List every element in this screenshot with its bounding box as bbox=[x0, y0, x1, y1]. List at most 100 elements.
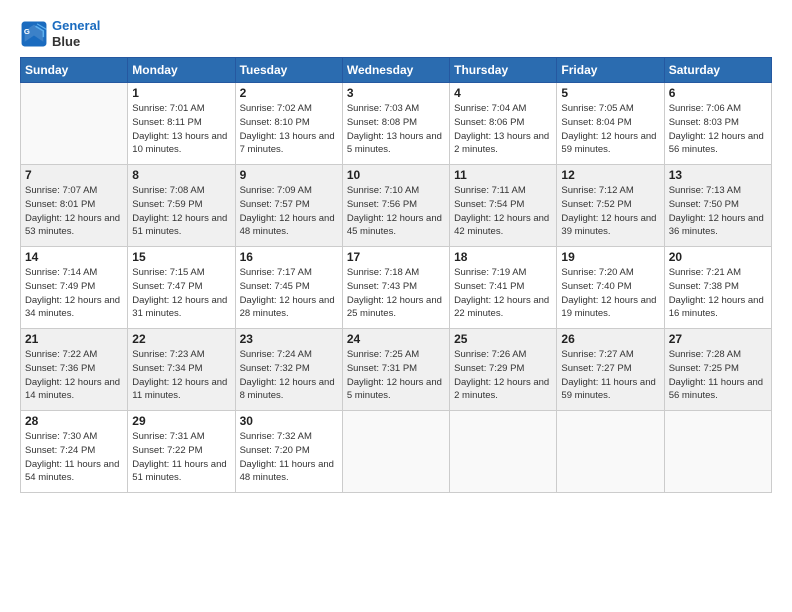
week-row-1: 1 Sunrise: 7:01 AMSunset: 8:11 PMDaylight… bbox=[21, 83, 772, 165]
week-row-2: 7Sunrise: 7:07 AMSunset: 8:01 PMDaylight… bbox=[21, 165, 772, 247]
day-info: Sunrise: 7:17 AMSunset: 7:45 PMDaylight:… bbox=[240, 266, 338, 321]
day-number: 15 bbox=[132, 250, 230, 264]
day-number: 1 bbox=[132, 86, 230, 100]
day-cell: 12 Sunrise: 7:12 AMSunset: 7:52 PMDayligh… bbox=[557, 165, 664, 247]
day-cell: 25 Sunrise: 7:26 AMSunset: 7:29 PMDayligh… bbox=[450, 329, 557, 411]
day-info: Sunrise: 7:08 AMSunset: 7:59 PMDaylight:… bbox=[132, 184, 230, 239]
day-cell: 28 Sunrise: 7:30 AMSunset: 7:24 PMDayligh… bbox=[21, 411, 128, 493]
day-number: 28 bbox=[25, 414, 123, 428]
day-info: Sunrise: 7:05 AMSunset: 8:04 PMDaylight:… bbox=[561, 102, 659, 157]
day-number: 7 bbox=[25, 168, 123, 182]
day-cell: 15 Sunrise: 7:15 AMSunset: 7:47 PMDayligh… bbox=[128, 247, 235, 329]
day-cell: 13 Sunrise: 7:13 AMSunset: 7:50 PMDayligh… bbox=[664, 165, 771, 247]
day-number: 30 bbox=[240, 414, 338, 428]
day-info: Sunrise: 7:20 AMSunset: 7:40 PMDaylight:… bbox=[561, 266, 659, 321]
page: G General Blue SundayMondayTuesdayWednes… bbox=[0, 0, 792, 612]
day-number: 23 bbox=[240, 332, 338, 346]
day-cell: 23 Sunrise: 7:24 AMSunset: 7:32 PMDayligh… bbox=[235, 329, 342, 411]
day-number: 4 bbox=[454, 86, 552, 100]
day-number: 12 bbox=[561, 168, 659, 182]
day-info: Sunrise: 7:21 AMSunset: 7:38 PMDaylight:… bbox=[669, 266, 767, 321]
day-info: Sunrise: 7:11 AMSunset: 7:54 PMDaylight:… bbox=[454, 184, 552, 239]
day-cell: 22 Sunrise: 7:23 AMSunset: 7:34 PMDayligh… bbox=[128, 329, 235, 411]
day-info: Sunrise: 7:18 AMSunset: 7:43 PMDaylight:… bbox=[347, 266, 445, 321]
day-cell: 4 Sunrise: 7:04 AMSunset: 8:06 PMDaylight… bbox=[450, 83, 557, 165]
day-number: 8 bbox=[132, 168, 230, 182]
day-cell: 9 Sunrise: 7:09 AMSunset: 7:57 PMDaylight… bbox=[235, 165, 342, 247]
day-info: Sunrise: 7:04 AMSunset: 8:06 PMDaylight:… bbox=[454, 102, 552, 157]
day-cell: 30 Sunrise: 7:32 AMSunset: 7:20 PMDayligh… bbox=[235, 411, 342, 493]
day-cell: 27 Sunrise: 7:28 AMSunset: 7:25 PMDayligh… bbox=[664, 329, 771, 411]
day-cell: 19 Sunrise: 7:20 AMSunset: 7:40 PMDayligh… bbox=[557, 247, 664, 329]
day-info: Sunrise: 7:02 AMSunset: 8:10 PMDaylight:… bbox=[240, 102, 338, 157]
day-info: Sunrise: 7:15 AMSunset: 7:47 PMDaylight:… bbox=[132, 266, 230, 321]
day-number: 17 bbox=[347, 250, 445, 264]
weekday-thursday: Thursday bbox=[450, 58, 557, 83]
day-cell: 18Sunrise: 7:19 AMSunset: 7:41 PMDayligh… bbox=[450, 247, 557, 329]
day-cell: 8 Sunrise: 7:08 AMSunset: 7:59 PMDaylight… bbox=[128, 165, 235, 247]
day-cell: 3 Sunrise: 7:03 AMSunset: 8:08 PMDaylight… bbox=[342, 83, 449, 165]
day-cell: 10 Sunrise: 7:10 AMSunset: 7:56 PMDayligh… bbox=[342, 165, 449, 247]
day-info: Sunrise: 7:30 AMSunset: 7:24 PMDaylight:… bbox=[25, 430, 123, 485]
week-row-3: 14Sunrise: 7:14 AMSunset: 7:49 PMDayligh… bbox=[21, 247, 772, 329]
day-number: 2 bbox=[240, 86, 338, 100]
day-number: 22 bbox=[132, 332, 230, 346]
day-number: 24 bbox=[347, 332, 445, 346]
day-cell: 5 Sunrise: 7:05 AMSunset: 8:04 PMDaylight… bbox=[557, 83, 664, 165]
logo-icon: G bbox=[20, 20, 48, 48]
day-number: 29 bbox=[132, 414, 230, 428]
day-cell: 16Sunrise: 7:17 AMSunset: 7:45 PMDayligh… bbox=[235, 247, 342, 329]
day-cell: 7Sunrise: 7:07 AMSunset: 8:01 PMDaylight… bbox=[21, 165, 128, 247]
day-cell: 29Sunrise: 7:31 AMSunset: 7:22 PMDayligh… bbox=[128, 411, 235, 493]
day-cell: 21Sunrise: 7:22 AMSunset: 7:36 PMDayligh… bbox=[21, 329, 128, 411]
day-number: 5 bbox=[561, 86, 659, 100]
week-row-4: 21Sunrise: 7:22 AMSunset: 7:36 PMDayligh… bbox=[21, 329, 772, 411]
day-number: 13 bbox=[669, 168, 767, 182]
day-info: Sunrise: 7:13 AMSunset: 7:50 PMDaylight:… bbox=[669, 184, 767, 239]
weekday-wednesday: Wednesday bbox=[342, 58, 449, 83]
day-number: 11 bbox=[454, 168, 552, 182]
day-info: Sunrise: 7:09 AMSunset: 7:57 PMDaylight:… bbox=[240, 184, 338, 239]
weekday-monday: Monday bbox=[128, 58, 235, 83]
logo-text: General Blue bbox=[52, 18, 100, 49]
weekday-saturday: Saturday bbox=[664, 58, 771, 83]
day-cell bbox=[664, 411, 771, 493]
day-info: Sunrise: 7:03 AMSunset: 8:08 PMDaylight:… bbox=[347, 102, 445, 157]
day-info: Sunrise: 7:14 AMSunset: 7:49 PMDaylight:… bbox=[25, 266, 123, 321]
day-info: Sunrise: 7:24 AMSunset: 7:32 PMDaylight:… bbox=[240, 348, 338, 403]
day-number: 19 bbox=[561, 250, 659, 264]
day-cell: 1 Sunrise: 7:01 AMSunset: 8:11 PMDaylight… bbox=[128, 83, 235, 165]
day-number: 21 bbox=[25, 332, 123, 346]
day-info: Sunrise: 7:06 AMSunset: 8:03 PMDaylight:… bbox=[669, 102, 767, 157]
day-number: 27 bbox=[669, 332, 767, 346]
weekday-tuesday: Tuesday bbox=[235, 58, 342, 83]
day-info: Sunrise: 7:26 AMSunset: 7:29 PMDaylight:… bbox=[454, 348, 552, 403]
logo: G General Blue bbox=[20, 18, 100, 49]
day-cell bbox=[21, 83, 128, 165]
day-info: Sunrise: 7:10 AMSunset: 7:56 PMDaylight:… bbox=[347, 184, 445, 239]
day-cell: 14Sunrise: 7:14 AMSunset: 7:49 PMDayligh… bbox=[21, 247, 128, 329]
day-cell: 26 Sunrise: 7:27 AMSunset: 7:27 PMDayligh… bbox=[557, 329, 664, 411]
day-number: 9 bbox=[240, 168, 338, 182]
day-cell bbox=[450, 411, 557, 493]
day-info: Sunrise: 7:12 AMSunset: 7:52 PMDaylight:… bbox=[561, 184, 659, 239]
day-number: 18 bbox=[454, 250, 552, 264]
weekday-friday: Friday bbox=[557, 58, 664, 83]
day-info: Sunrise: 7:25 AMSunset: 7:31 PMDaylight:… bbox=[347, 348, 445, 403]
day-cell: 6 Sunrise: 7:06 AMSunset: 8:03 PMDaylight… bbox=[664, 83, 771, 165]
header: G General Blue bbox=[20, 18, 772, 49]
svg-text:G: G bbox=[24, 27, 30, 36]
day-info: Sunrise: 7:28 AMSunset: 7:25 PMDaylight:… bbox=[669, 348, 767, 403]
day-info: Sunrise: 7:01 AMSunset: 8:11 PMDaylight:… bbox=[132, 102, 230, 157]
day-number: 26 bbox=[561, 332, 659, 346]
day-number: 25 bbox=[454, 332, 552, 346]
day-number: 3 bbox=[347, 86, 445, 100]
day-cell: 20Sunrise: 7:21 AMSunset: 7:38 PMDayligh… bbox=[664, 247, 771, 329]
day-number: 10 bbox=[347, 168, 445, 182]
day-number: 6 bbox=[669, 86, 767, 100]
day-info: Sunrise: 7:32 AMSunset: 7:20 PMDaylight:… bbox=[240, 430, 338, 485]
day-info: Sunrise: 7:23 AMSunset: 7:34 PMDaylight:… bbox=[132, 348, 230, 403]
day-info: Sunrise: 7:27 AMSunset: 7:27 PMDaylight:… bbox=[561, 348, 659, 403]
day-cell: 17 Sunrise: 7:18 AMSunset: 7:43 PMDayligh… bbox=[342, 247, 449, 329]
day-cell bbox=[342, 411, 449, 493]
